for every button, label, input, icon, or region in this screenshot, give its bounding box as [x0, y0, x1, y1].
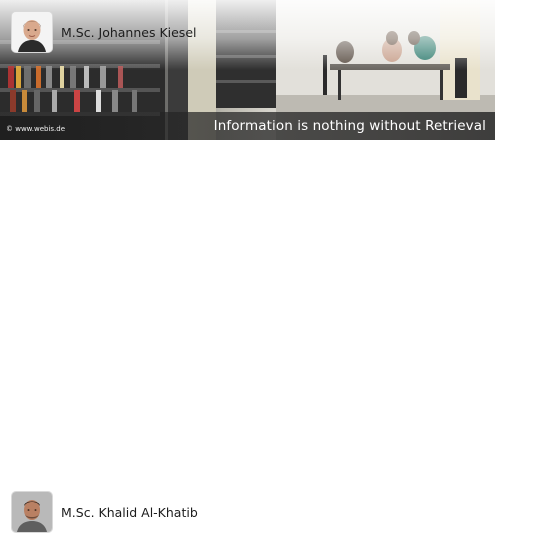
person-entry-khalid-al-khatib[interactable]: M.Sc. Khalid Al-Khatib — [12, 492, 198, 532]
avatar[interactable] — [12, 492, 52, 532]
person-name[interactable]: M.Sc. Johannes Kiesel — [61, 25, 197, 40]
person-photo-icon — [12, 12, 52, 52]
banner-copyright: © www.webis.de — [6, 125, 66, 133]
person-name[interactable]: M.Sc. Khalid Al-Khatib — [61, 505, 198, 520]
person-entry-johannes-kiesel[interactable]: M.Sc. Johannes Kiesel — [12, 12, 197, 52]
page: © www.webis.de Information is nothing wi… — [0, 0, 540, 540]
person-photo-icon — [12, 492, 52, 532]
avatar[interactable] — [12, 12, 52, 52]
banner-tagline: Information is nothing without Retrieval — [213, 118, 486, 134]
